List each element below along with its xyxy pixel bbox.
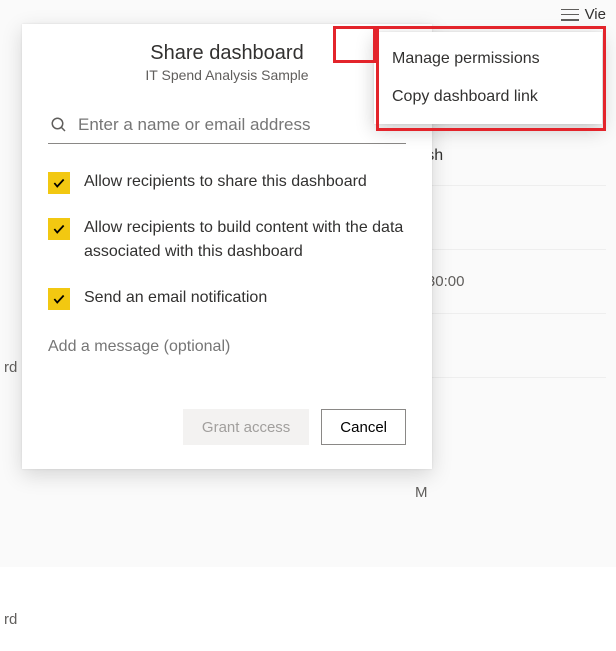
checkbox-icon xyxy=(48,288,70,310)
time-fragment: M xyxy=(415,484,428,501)
checkbox-label: Allow recipients to build content with t… xyxy=(84,216,406,264)
more-options-menu: Manage permissions Copy dashboard link xyxy=(374,32,602,124)
dialog-header: Share dashboard IT Spend Analysis Sample… xyxy=(22,42,432,97)
checkbox-icon xyxy=(48,218,70,240)
checkbox-icon xyxy=(48,172,70,194)
dialog-title: Share dashboard xyxy=(72,42,382,65)
dialog-subtitle: IT Spend Analysis Sample xyxy=(72,67,382,83)
checkbox-allow-build[interactable]: Allow recipients to build content with t… xyxy=(48,216,406,264)
menu-item-manage-permissions[interactable]: Manage permissions xyxy=(374,40,602,78)
message-input[interactable] xyxy=(48,338,406,356)
recipient-search-row xyxy=(48,107,406,144)
checkbox-allow-share[interactable]: Allow recipients to share this dashboard xyxy=(48,170,406,194)
left-edge-fragments: rd rd xyxy=(0,335,17,651)
checkbox-label: Send an email notification xyxy=(84,286,267,310)
hamburger-icon xyxy=(561,9,579,21)
view-label: Vie xyxy=(585,6,606,23)
search-icon xyxy=(50,116,68,134)
checkbox-label: Allow recipients to share this dashboard xyxy=(84,170,367,194)
grant-access-button[interactable]: Grant access xyxy=(183,409,309,445)
checkbox-email-notification[interactable]: Send an email notification xyxy=(48,286,406,310)
recipient-input[interactable] xyxy=(78,115,404,135)
share-dashboard-dialog: Share dashboard IT Spend Analysis Sample… xyxy=(22,24,432,469)
menu-item-copy-link[interactable]: Copy dashboard link xyxy=(374,78,602,116)
cancel-button[interactable]: Cancel xyxy=(321,409,406,445)
header-view-button[interactable]: Vie xyxy=(561,6,606,23)
